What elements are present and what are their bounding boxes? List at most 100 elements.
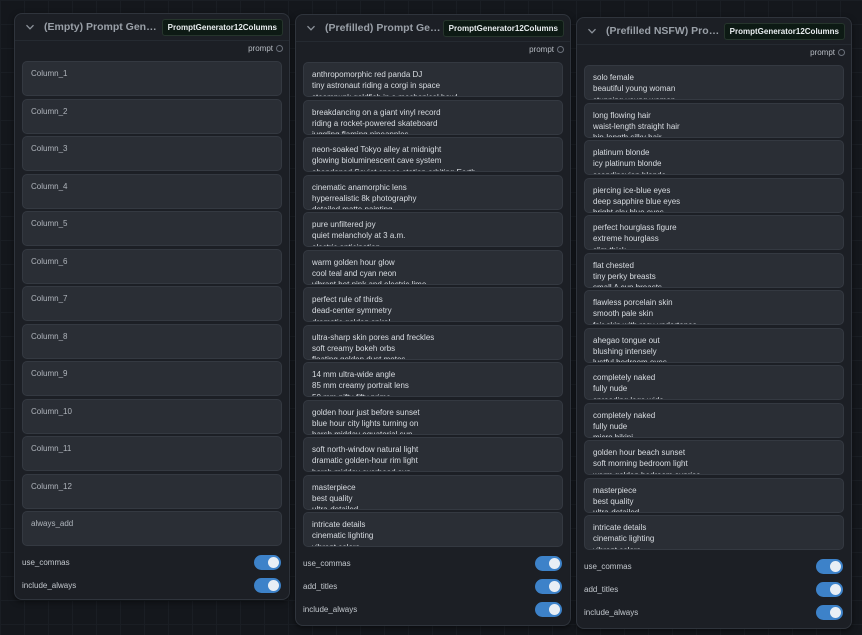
output-socket-icon[interactable] <box>276 45 283 52</box>
output-socket-icon[interactable] <box>838 49 845 56</box>
toggle-switch[interactable] <box>816 558 843 574</box>
textarea-line: scandinavian blonde <box>593 170 835 174</box>
toggle-switch[interactable] <box>535 578 562 594</box>
output-prompt[interactable]: prompt <box>810 48 845 57</box>
node-prefilled-nsfw-prompt-generator[interactable]: (Prefilled NSFW) Promp... PromptGenerato… <box>576 17 852 629</box>
toggle-row[interactable]: include_always <box>303 598 562 621</box>
toggle-switch[interactable] <box>254 554 281 570</box>
prompt-column-textarea[interactable]: Column_6 <box>22 248 282 284</box>
prompt-column-textarea[interactable]: soft north-window natural light dramatic … <box>303 437 563 472</box>
prompt-column-textarea[interactable]: Column_4 <box>22 173 282 209</box>
prompt-column-textarea[interactable]: Column_11 <box>22 436 282 471</box>
textarea-line: Column_9 <box>31 369 68 378</box>
toggle-row[interactable]: include_always <box>584 601 843 624</box>
toggle-row[interactable]: add_titles <box>584 578 843 601</box>
textarea-line: bright sky blue eyes <box>593 207 835 211</box>
node-header[interactable]: (Prefilled NSFW) Promp... PromptGenerato… <box>577 18 851 45</box>
textarea-line: flat chested <box>593 260 634 270</box>
textarea-line: smooth pale skin <box>593 309 654 319</box>
textarea-line: fully nude <box>593 384 628 394</box>
prompt-column-textarea[interactable]: platinum blonde icy platinum blondescandi… <box>584 140 844 175</box>
prompt-column-textarea[interactable]: golden hour just before sunset blue hour … <box>303 399 563 435</box>
node-empty-prompt-generator[interactable]: (Empty) Prompt Genera... PromptGenerator… <box>14 13 290 600</box>
prompt-column-textarea[interactable]: anthropomorphic red panda DJ tiny astrona… <box>303 62 563 97</box>
prompt-column-textarea[interactable]: flat chestedtiny perky breastssmall A cu… <box>584 252 844 288</box>
prompt-column-textarea[interactable]: breakdancing on a giant vinyl record ridi… <box>303 99 563 135</box>
textarea-line: Column_5 <box>31 219 68 228</box>
toggle-switch[interactable] <box>535 555 562 571</box>
prompt-column-textarea[interactable]: masterpiecebest qualityultra-detailed <box>303 474 563 510</box>
prompt-column-textarea[interactable]: Column_8 <box>22 323 282 359</box>
prompt-column-textarea[interactable]: masterpiecebest qualityultra-detailed <box>584 477 844 513</box>
prompt-column-textarea[interactable]: ahegao tongue outblushing intenselylustf… <box>584 327 844 363</box>
output-socket-icon[interactable] <box>557 46 564 53</box>
prompt-column-textarea[interactable]: 14 mm ultra-wide angle 85 mm creamy portr… <box>303 362 563 397</box>
collapse-chevron-icon[interactable] <box>586 25 598 37</box>
textarea-line: completely naked <box>593 410 656 420</box>
prompt-column-textarea[interactable]: always_add <box>22 511 282 546</box>
textarea-line: piercing ice-blue eyes <box>593 185 671 195</box>
toggle-switch[interactable] <box>816 604 843 620</box>
text-fields: anthropomorphic red panda DJ tiny astrona… <box>303 62 563 550</box>
prompt-column-textarea[interactable]: Column_9 <box>22 361 282 396</box>
collapse-chevron-icon[interactable] <box>24 21 36 33</box>
node-prefilled-prompt-generator[interactable]: (Prefilled) Prompt Gene... PromptGenerat… <box>295 14 571 626</box>
prompt-column-textarea[interactable]: long flowing hair waist-length straight h… <box>584 102 844 138</box>
output-prompt[interactable]: prompt <box>529 45 564 54</box>
prompt-column-textarea[interactable]: intricate details cinematic lightingvibra… <box>303 512 563 547</box>
node-header[interactable]: (Empty) Prompt Genera... PromptGenerator… <box>15 14 289 41</box>
toggle-row[interactable]: add_titles <box>303 575 562 598</box>
output-prompt[interactable]: prompt <box>248 44 283 53</box>
toggle-row[interactable]: include_always <box>22 574 281 597</box>
prompt-column-textarea[interactable]: solo female beautiful young womanstunning… <box>584 65 844 100</box>
toggle-row[interactable]: use_commas <box>303 552 562 575</box>
text-fields: Column_1 Column_2 Column_3 Column_4 Column_5… <box>22 61 282 549</box>
textarea-line: Column_12 <box>31 481 72 491</box>
prompt-column-textarea[interactable]: ultra-sharp skin pores and freckles soft … <box>303 324 563 360</box>
textarea-line: intricate details <box>312 520 366 529</box>
toggle-label: add_titles <box>303 581 338 591</box>
prompt-column-textarea[interactable]: pure unfiltered joy quiet melancholy at 3… <box>303 212 563 247</box>
textarea-line: dramatic golden spiral <box>312 317 554 321</box>
prompt-column-textarea[interactable]: Column_2 <box>22 98 282 134</box>
toggle-switch[interactable] <box>254 577 281 593</box>
prompt-column-textarea[interactable]: Column_3 <box>22 136 282 171</box>
prompt-column-textarea[interactable]: perfect rule of thirds dead-center symmet… <box>303 287 563 322</box>
prompt-column-textarea[interactable]: neon-soaked Tokyo alley at midnight glowi… <box>303 137 563 172</box>
toggle-label: use_commas <box>22 557 70 567</box>
toggle-switch[interactable] <box>816 581 843 597</box>
prompt-column-textarea[interactable]: golden hour beach sunset soft morning bed… <box>584 440 844 475</box>
prompt-column-textarea[interactable]: Column_7 <box>22 286 282 321</box>
prompt-column-textarea[interactable]: cinematic anamorphic lens hyperrealistic … <box>303 174 563 210</box>
textarea-line: Column_8 <box>31 331 68 341</box>
node-title: (Empty) Prompt Genera... <box>44 21 162 33</box>
textarea-line: solo female <box>593 73 634 82</box>
textarea-line: dramatic golden-hour rim light <box>312 456 418 466</box>
textarea-line: soft morning bedroom light <box>593 459 688 469</box>
textarea-line: abandoned Soviet space station orbiting … <box>312 167 554 171</box>
textarea-line: stunning young woman <box>593 95 835 99</box>
prompt-column-textarea[interactable]: completely nakedfully nudemicro bikini <box>584 402 844 438</box>
prompt-column-textarea[interactable]: Column_5 <box>22 211 282 246</box>
textarea-line: perfect hourglass figure <box>593 223 677 232</box>
toggle-switch[interactable] <box>535 601 562 617</box>
textarea-line: anthropomorphic red panda DJ <box>312 70 423 79</box>
prompt-column-textarea[interactable]: perfect hourglass figure extreme hourglas… <box>584 215 844 250</box>
prompt-column-textarea[interactable]: intricate details cinematic lightingvibra… <box>584 515 844 550</box>
textarea-line: detailed matte painting <box>312 204 554 208</box>
textarea-line: golden hour beach sunset <box>593 448 686 457</box>
prompt-column-textarea[interactable]: piercing ice-blue eyes deep sapphire blue… <box>584 177 844 213</box>
prompt-column-textarea[interactable]: completely naked fully nudespreading legs… <box>584 365 844 400</box>
node-header[interactable]: (Prefilled) Prompt Gene... PromptGenerat… <box>296 15 570 42</box>
prompt-column-textarea[interactable]: flawless porcelain skin smooth pale skinf… <box>584 290 844 325</box>
prompt-column-textarea[interactable]: Column_12 <box>22 473 282 509</box>
prompt-column-textarea[interactable]: warm golden hour glow cool teal and cyan … <box>303 249 563 285</box>
textarea-line: warm golden hour glow <box>312 257 395 267</box>
toggle-row[interactable]: use_commas <box>22 551 281 574</box>
textarea-line: 14 mm ultra-wide angle <box>312 370 396 379</box>
toggle-row[interactable]: use_commas <box>584 555 843 578</box>
prompt-column-textarea[interactable]: Column_1 <box>22 61 282 96</box>
prompt-column-textarea[interactable]: Column_10 <box>22 398 282 434</box>
collapse-chevron-icon[interactable] <box>305 22 317 34</box>
node-class-badge: PromptGenerator12Columns <box>442 19 564 37</box>
